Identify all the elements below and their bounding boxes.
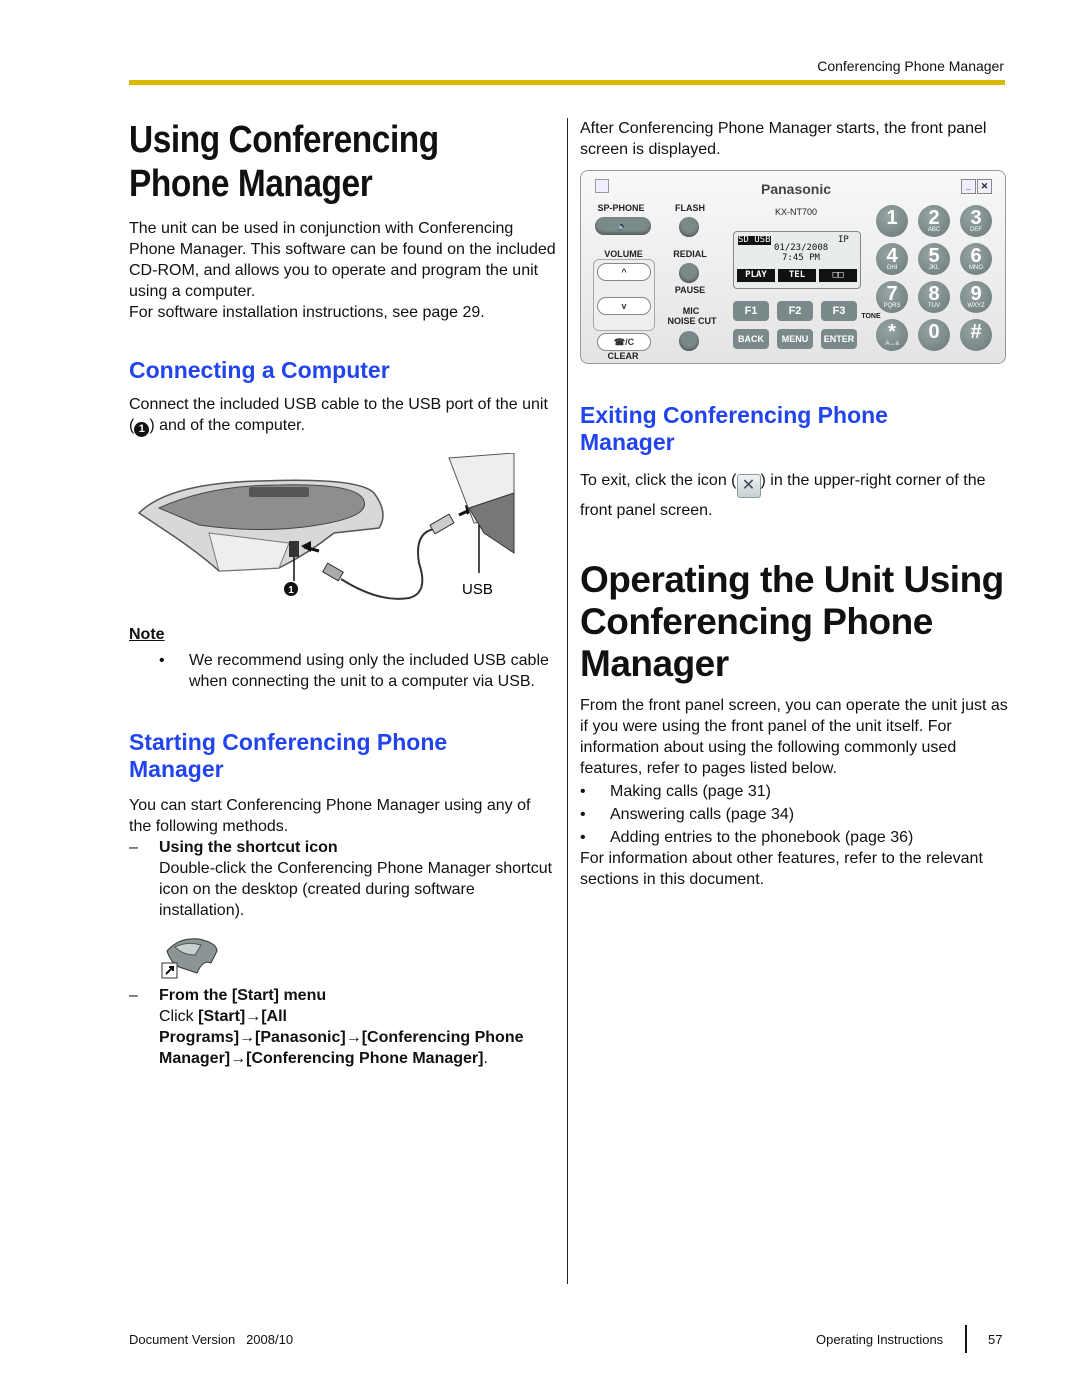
menu-button[interactable]: MENU: [777, 329, 813, 349]
key-7[interactable]: 7 PQRS: [876, 281, 908, 313]
sp-phone-button[interactable]: 🔈: [595, 217, 651, 235]
section-title-operating: Operating the Unit Using Conferencing Ph…: [580, 559, 1004, 684]
note-label: Note: [129, 626, 165, 643]
lcd-ip: IP: [838, 235, 849, 245]
key-9[interactable]: 9 WXYZ: [960, 281, 992, 313]
f2-button[interactable]: F2: [777, 301, 813, 321]
note-bullet: • We recommend using only the included U…: [159, 652, 549, 690]
method-start-path: Click [Start]→[All Programs]→[Panasonic]…: [159, 1008, 524, 1067]
noise-cut-label: NOISE CUT: [667, 316, 717, 326]
method-shortcut-title: Using the shortcut icon: [159, 839, 338, 856]
close-icon: ✕: [736, 474, 761, 498]
footer-divider: [965, 1325, 967, 1353]
key-4[interactable]: 4 GHI: [876, 243, 908, 275]
column-divider: [567, 118, 568, 1284]
key-6[interactable]: 6 MNO: [960, 243, 992, 275]
feature-bullet: • Answering calls (page 34): [580, 806, 795, 823]
header-rule: [129, 80, 1005, 85]
conference-unit-laptop-illustration: 1 USB: [137, 452, 515, 600]
starting-intro: You can start Conferencing Phone Manager…: [129, 797, 531, 835]
model-label: KX-NT700: [774, 207, 818, 217]
soft-key-tel: TEL: [778, 269, 816, 282]
method-shortcut: – Using the shortcut icon Double-click t…: [129, 837, 557, 921]
operating-outro: For information about other features, re…: [580, 850, 983, 888]
key-0[interactable]: 0: [918, 319, 950, 351]
key-8[interactable]: 8 TUV: [918, 281, 950, 313]
volume-up-button[interactable]: ^: [597, 263, 651, 281]
page-title: Using Conferencing Phone Manager: [129, 119, 439, 205]
key-2[interactable]: 2 ABC: [918, 205, 950, 237]
method-shortcut-text: Double-click the Conferencing Phone Mana…: [159, 860, 553, 919]
flash-label: FLASH: [675, 203, 705, 213]
clear-button[interactable]: ☎/C: [597, 333, 651, 351]
volume-down-button[interactable]: v: [597, 297, 651, 315]
enter-button[interactable]: ENTER: [821, 329, 857, 349]
method-start-menu: – From the [Start] menu Click [Start]→[A…: [129, 985, 557, 1069]
key-1[interactable]: 1: [876, 205, 908, 237]
lcd-date: 01/23/2008: [774, 243, 829, 253]
volume-label: VOLUME: [604, 249, 643, 259]
section-heading-exiting: Exiting Conferencing Phone Manager: [580, 402, 888, 455]
intro-paragraph: The unit can be used in conjunction with…: [129, 220, 556, 300]
pause-label: PAUSE: [674, 285, 706, 295]
key-5[interactable]: 5 JKL: [918, 243, 950, 275]
section-heading-connecting: Connecting a Computer: [129, 357, 390, 383]
feature-bullet: • Making calls (page 31): [580, 783, 771, 800]
shortcut-icon[interactable]: [159, 933, 219, 981]
brand-logo: Panasonic: [760, 181, 832, 197]
operating-intro: From the front panel screen, you can ope…: [580, 697, 1008, 777]
callout-1-icon: 1: [134, 422, 150, 437]
soft-key-play: PLAY: [737, 269, 775, 282]
lcd-time: 7:45 PM: [782, 253, 820, 263]
svg-text:1: 1: [288, 585, 294, 596]
footer-doc-version: Document Version 2008/10: [129, 1332, 294, 1347]
usb-connection-figure: 1 USB: [129, 452, 519, 618]
lcd-status: SD USB: [738, 235, 771, 245]
mic-label: MIC: [682, 306, 700, 316]
redial-button[interactable]: [679, 263, 699, 283]
front-panel-screen: Panasonic KX-NT700 _ ✕ SP-PHONE 🔈 FLASH …: [580, 170, 1006, 364]
flash-button[interactable]: [679, 217, 699, 237]
install-reference: For software installation instructions, …: [129, 304, 485, 321]
panel-intro: After Conferencing Phone Manager starts,…: [580, 120, 987, 158]
mic-noise-cut-button[interactable]: [679, 331, 699, 351]
key-star[interactable]: * A↔a: [876, 319, 908, 351]
speaker-icon: 🔈: [617, 221, 629, 231]
app-menu-icon[interactable]: [595, 179, 609, 193]
exiting-text: To exit, click the icon (✕) in the upper…: [580, 472, 986, 519]
page-number: 57: [988, 1332, 1003, 1347]
section-heading-starting: Starting Conferencing Phone Manager: [129, 729, 448, 782]
minimize-button[interactable]: _: [961, 179, 976, 194]
bullet-dot: •: [159, 652, 165, 669]
method-start-title: From the [Start] menu: [159, 987, 327, 1004]
connecting-text: Connect the included USB cable to the US…: [129, 396, 548, 437]
key-3[interactable]: 3 DEF: [960, 205, 992, 237]
clear-label: CLEAR: [607, 351, 639, 361]
close-button[interactable]: ✕: [977, 179, 992, 194]
right-column: After Conferencing Phone Manager starts,…: [580, 118, 1008, 890]
f3-button[interactable]: F3: [821, 301, 857, 321]
feature-bullet: • Adding entries to the phonebook (page 3…: [580, 829, 914, 846]
sp-phone-label: SP-PHONE: [597, 203, 645, 213]
conference-phone-shortcut-icon: [161, 938, 218, 979]
usb-label: USB: [462, 581, 493, 598]
left-column: Using Conferencing Phone Manager The uni…: [129, 118, 557, 1069]
back-button[interactable]: BACK: [733, 329, 769, 349]
f1-button[interactable]: F1: [733, 301, 769, 321]
running-header: Conferencing Phone Manager: [817, 58, 1004, 74]
key-hash[interactable]: #: [960, 319, 992, 351]
soft-key-phonebook: □□: [819, 269, 857, 282]
footer-manual-name: Operating Instructions: [816, 1332, 944, 1347]
redial-label: REDIAL: [673, 249, 707, 259]
tone-label: TONE: [861, 313, 881, 320]
lcd-display: SD USB IP 01/23/2008 7:45 PM PLAY TEL □□: [733, 231, 861, 289]
